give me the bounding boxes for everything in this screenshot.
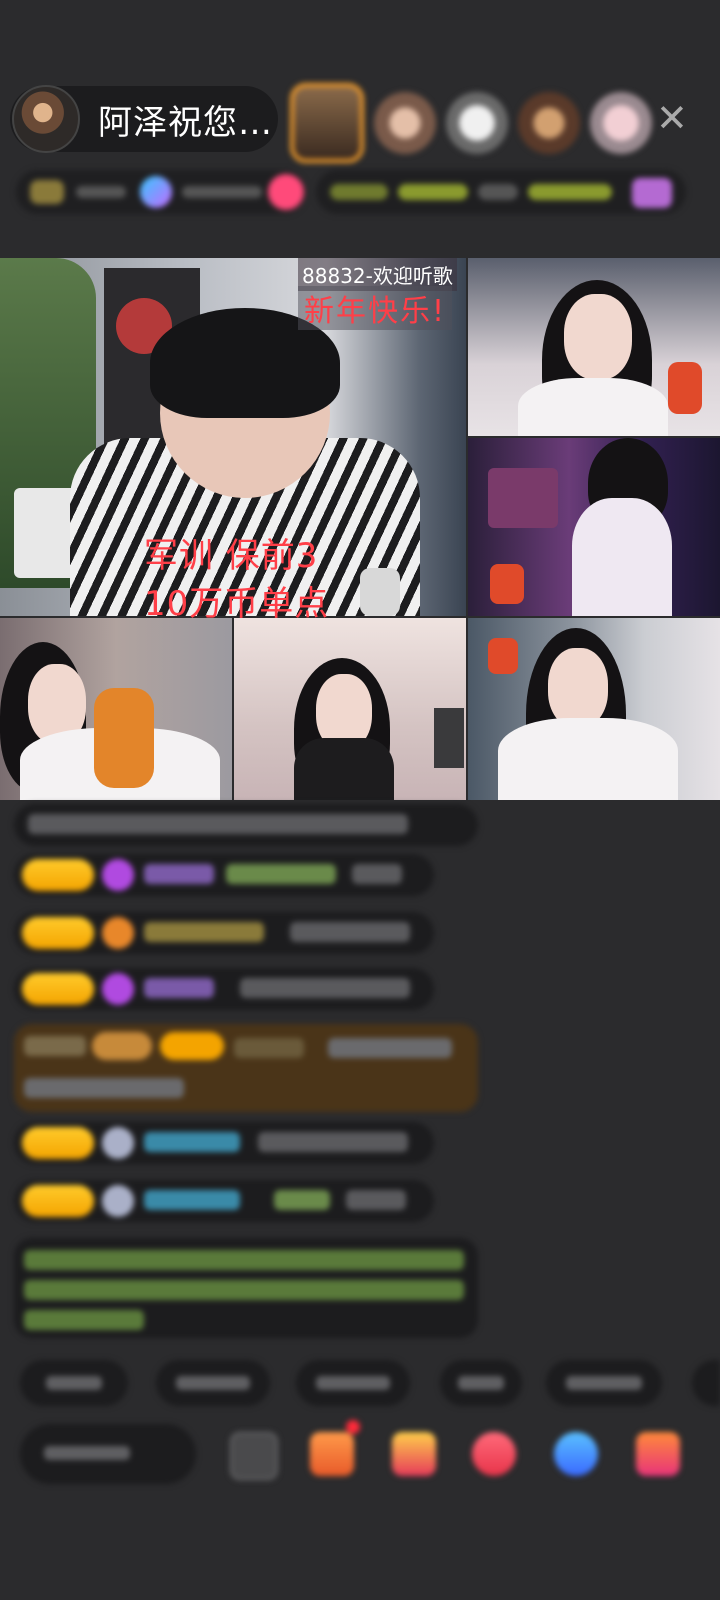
- guest-video-feed[interactable]: [468, 438, 720, 616]
- info-text: [76, 186, 126, 198]
- user-name: [144, 864, 214, 884]
- chip-text: [46, 1376, 102, 1390]
- stream-overlay-new-year: 新年快乐!: [298, 286, 453, 330]
- chat-text: [258, 1132, 408, 1152]
- tag-text: [398, 184, 468, 200]
- game-icon[interactable]: [554, 1432, 598, 1476]
- gem-icon: [102, 917, 134, 949]
- level-badge: [22, 1185, 94, 1217]
- sticker-icon: [490, 564, 524, 604]
- chat-text: [274, 1190, 330, 1210]
- guest-video-feed[interactable]: [468, 258, 720, 436]
- sign-board: [488, 468, 558, 528]
- viewer-avatar[interactable]: [374, 92, 436, 154]
- user-name: [144, 978, 214, 998]
- user-name: [144, 1190, 240, 1210]
- gift-icon[interactable]: [632, 178, 672, 208]
- tag-text: [330, 184, 388, 200]
- gem-icon: [102, 1185, 134, 1217]
- chip-text: [566, 1376, 642, 1390]
- quick-reply-chip[interactable]: [692, 1360, 720, 1406]
- person-top: [294, 738, 394, 800]
- viewer-avatar[interactable]: [290, 83, 364, 163]
- level-badge: [160, 1032, 224, 1060]
- badge: [92, 1032, 152, 1060]
- gem-icon: [102, 859, 134, 891]
- user-name: [144, 1132, 240, 1152]
- gem-icon: [102, 1127, 134, 1159]
- viewer-avatar[interactable]: [590, 92, 652, 154]
- guest-video-feed[interactable]: [234, 618, 466, 800]
- chat-text: [352, 864, 402, 884]
- emoji-icon[interactable]: [230, 1432, 278, 1480]
- chip-text: [176, 1376, 250, 1390]
- host-info-pill[interactable]: 阿泽祝您…: [10, 85, 278, 153]
- chip-text: [458, 1376, 504, 1390]
- host-name: 阿泽祝您…: [98, 102, 273, 143]
- chip-text: [316, 1376, 390, 1390]
- user-name: [144, 922, 264, 942]
- user-name: [234, 1038, 304, 1058]
- chat-text: [240, 978, 410, 998]
- treasure-icon[interactable]: [392, 1432, 436, 1476]
- close-icon[interactable]: ✕: [656, 96, 688, 140]
- tag-text: [478, 184, 518, 200]
- level-badge: [22, 917, 94, 949]
- chat-text: [24, 1078, 184, 1098]
- input-placeholder: [44, 1446, 130, 1460]
- tag-text: [528, 184, 612, 200]
- level-badge: [22, 859, 94, 891]
- host-avatar[interactable]: [12, 85, 80, 153]
- stream-overlay-text-1: 军训 保前3: [144, 536, 319, 576]
- top-viewers-row: [290, 83, 652, 163]
- info-text: [182, 186, 262, 198]
- red-packet-icon[interactable]: [472, 1432, 516, 1476]
- follow-icon[interactable]: [268, 174, 304, 210]
- guest-video-feed[interactable]: [468, 618, 720, 800]
- guest-video-feed[interactable]: [0, 618, 232, 800]
- gift-box-icon[interactable]: [310, 1432, 354, 1476]
- notice-text: [24, 1280, 464, 1300]
- rank-icon: [30, 180, 64, 204]
- sticker-icon: [668, 362, 702, 414]
- chat-text: [346, 1190, 406, 1210]
- chat-text: [226, 864, 336, 884]
- decoration: [94, 688, 154, 788]
- notification-dot: [346, 1420, 360, 1434]
- chat-text: [328, 1038, 452, 1058]
- chat-text: [290, 922, 410, 942]
- level-badge: [22, 1127, 94, 1159]
- notice-text: [24, 1310, 144, 1330]
- user-name: [24, 1036, 86, 1056]
- level-badge: [22, 973, 94, 1005]
- sticker-icon: [488, 638, 518, 674]
- info-bar: [16, 170, 706, 216]
- viewer-avatar[interactable]: [518, 92, 580, 154]
- notice-text: [24, 1250, 464, 1270]
- microphone: [360, 568, 400, 616]
- gem-icon: [102, 973, 134, 1005]
- more-icon[interactable]: [636, 1432, 680, 1476]
- viewer-avatar[interactable]: [446, 92, 508, 154]
- badge-icon: [140, 176, 172, 208]
- microphone: [434, 708, 464, 768]
- chat-text: [28, 814, 408, 834]
